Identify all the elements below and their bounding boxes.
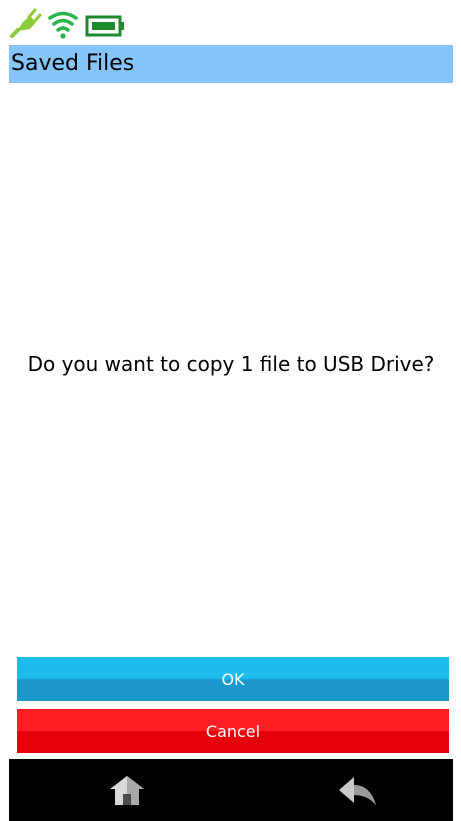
back-icon[interactable] [335, 769, 379, 813]
status-bar [9, 5, 453, 45]
bottom-nav [9, 759, 453, 821]
status-icons [10, 8, 124, 39]
battery-icon [85, 15, 124, 37]
device-screen: Saved Files Do you want to copy 1 file t… [9, 5, 453, 821]
wifi-icon [48, 11, 78, 39]
ok-button[interactable]: OK [17, 657, 449, 701]
dialog-body: Do you want to copy 1 file to USB Drive? [9, 83, 453, 657]
page-title: Saved Files [9, 45, 453, 83]
plug-icon [10, 8, 42, 38]
cancel-button[interactable]: Cancel [17, 709, 449, 753]
home-icon[interactable] [105, 769, 149, 813]
confirm-message: Do you want to copy 1 file to USB Drive? [27, 351, 435, 376]
